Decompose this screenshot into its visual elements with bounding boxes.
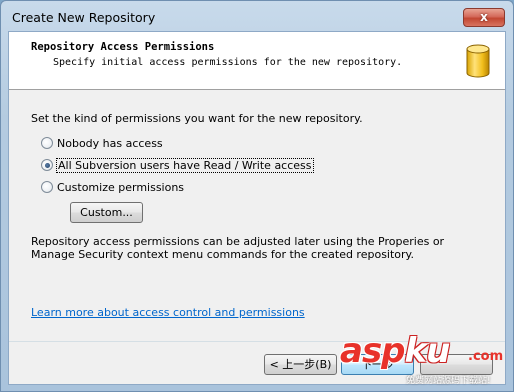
intro-text: Set the kind of permissions you want for… [31, 112, 363, 125]
option-all-users-label[interactable]: All Subversion users have Read / Write a… [56, 157, 314, 173]
option-all-users[interactable]: All Subversion users have Read / Write a… [41, 157, 314, 173]
dialog-client-area: Repository Access Permissions Specify in… [8, 31, 506, 385]
learn-more-link[interactable]: Learn more about access control and perm… [31, 306, 305, 319]
radio-all-users[interactable] [41, 159, 53, 171]
database-icon [466, 44, 490, 78]
next-button[interactable]: 下一步 [341, 354, 414, 375]
close-button[interactable]: x [463, 8, 505, 27]
option-nobody-label[interactable]: Nobody has access [57, 137, 163, 150]
header-title: Repository Access Permissions [31, 41, 215, 53]
info-note: Repository access permissions can be adj… [31, 235, 445, 261]
option-nobody[interactable]: Nobody has access [41, 135, 163, 151]
back-button[interactable]: < 上一步(B) [264, 354, 337, 375]
option-customize[interactable]: Customize permissions [41, 179, 184, 195]
radio-customize[interactable] [41, 181, 53, 193]
radio-nobody[interactable] [41, 137, 53, 149]
custom-button[interactable]: Custom... [70, 202, 143, 223]
window-title: Create New Repository [12, 10, 156, 25]
header-subtitle: Specify initial access permissions for t… [53, 57, 403, 68]
title-bar[interactable]: Create New Repository x [1, 1, 513, 31]
wizard-header: Repository Access Permissions Specify in… [9, 32, 505, 90]
footer-divider [9, 341, 505, 342]
dialog-window: Create New Repository x Repository Acces… [0, 0, 514, 392]
option-customize-label[interactable]: Customize permissions [57, 181, 184, 194]
cancel-button[interactable] [420, 354, 493, 375]
